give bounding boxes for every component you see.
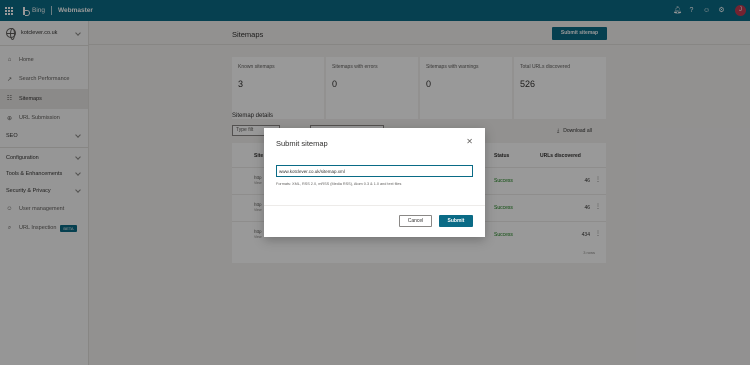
sitemap-url-input[interactable]	[276, 165, 473, 177]
cancel-button[interactable]: Cancel	[399, 215, 432, 227]
close-icon[interactable]: ✕	[466, 137, 473, 147]
dialog-title: Submit sitemap	[276, 139, 328, 148]
submit-sitemap-dialog: Submit sitemap ✕ Formats: XML, RSS 2.0, …	[264, 128, 485, 237]
submit-button[interactable]: Submit	[439, 215, 473, 227]
dialog-divider	[264, 205, 485, 206]
formats-hint: Formats: XML, RSS 2.0, mRSS (Media RSS),…	[276, 182, 402, 186]
